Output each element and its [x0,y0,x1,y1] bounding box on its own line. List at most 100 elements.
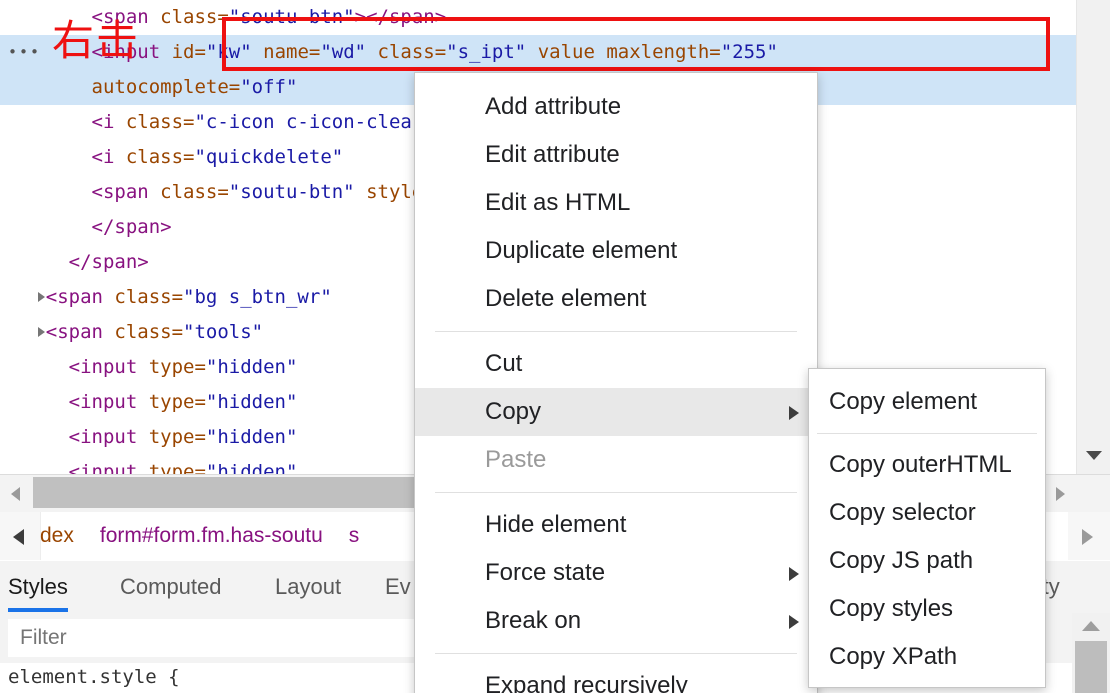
submenu-arrow-icon [789,615,799,629]
chevron-left-icon [11,487,20,501]
style-rule-element-style[interactable]: element.style { [8,666,180,688]
menu-item-duplicate-element[interactable]: Duplicate element [415,227,817,275]
breadcrumb-item[interactable]: form#form.fm.has-soutu [100,524,323,548]
devtools-window: <span class="soutu-btn"></span> ••• <inpu… [0,0,1110,693]
code-token: "c-icon c-icon-clear" [194,111,435,133]
code-token: class= [160,181,229,203]
submenu-item-copy-js-path[interactable]: Copy JS path [809,537,1045,585]
submenu-item-copy-outerhtml[interactable]: Copy outerHTML [809,441,1045,489]
submenu-separator [817,433,1037,434]
submenu-item-copy-styles[interactable]: Copy styles [809,585,1045,633]
scroll-right-button[interactable] [1044,475,1076,512]
ellipsis-icon[interactable]: ••• [8,35,41,70]
breadcrumb-items[interactable]: dex form#form.fm.has-soutu s [40,512,385,560]
tab-layout[interactable]: Layout [275,561,341,612]
tab-computed[interactable]: Computed [120,561,222,612]
submenu-item-copy-xpath[interactable]: Copy XPath [809,633,1045,681]
tab-label: Layout [275,573,342,599]
code-token: type= [148,356,206,378]
code-token: maxlength= [594,41,721,63]
menu-item-label: Duplicate element [485,237,678,264]
menu-item-label: Paste [485,446,547,473]
menu-item-label: Force state [485,559,606,586]
menu-item-edit-attribute[interactable]: Edit attribute [415,131,817,179]
submenu-item-copy-selector[interactable]: Copy selector [809,489,1045,537]
code-token: "kw" [205,41,252,63]
code-token: class= [160,6,229,28]
styles-scroll-thumb[interactable] [1075,641,1107,693]
breadcrumb-item[interactable]: dex [40,524,74,548]
code-token: <input [68,356,149,378]
scroll-up-arrow-icon[interactable] [1082,621,1100,631]
tab-styles[interactable]: Styles [8,561,68,612]
menu-item-force-state[interactable]: Force state [415,549,817,597]
code-token: value [526,41,595,63]
menu-item-add-attribute[interactable]: Add attribute [415,83,817,131]
code-token: "soutu-btn" [228,181,355,203]
code-token: <input [68,391,149,413]
code-token: <i [91,111,126,133]
menu-item-hide-element[interactable]: Hide element [415,501,817,549]
submenu-item-label: Copy JS path [829,547,974,574]
code-token: class= [366,41,447,63]
menu-item-label: Break on [485,607,582,634]
code-token: "quickdelete" [194,146,344,168]
menu-item-cut[interactable]: Cut [415,340,817,388]
code-token: class= [125,111,195,133]
submenu-item-label: Copy outerHTML [829,451,1012,478]
menu-separator [435,492,797,493]
dom-tree-line[interactable]: <span class="soutu-btn"></span> [0,0,1076,35]
expand-triangle-icon[interactable] [38,292,45,302]
breadcrumb-item[interactable]: s [349,524,360,548]
menu-item-delete-element[interactable]: Delete element [415,275,817,323]
dom-vertical-scrollbar[interactable] [1076,0,1110,474]
code-token: autocomplete= [91,76,241,98]
menu-item-break-on[interactable]: Break on [415,597,817,645]
scroll-down-arrow-icon[interactable] [1086,451,1102,460]
breadcrumb-scroll-right-button[interactable] [1068,512,1110,560]
copy-submenu[interactable]: Copy element Copy outerHTML Copy selector C… [808,368,1046,688]
menu-item-copy[interactable]: Copy [415,388,817,436]
code-token: name= [251,41,321,63]
scroll-left-button[interactable] [0,475,32,512]
tab-ev[interactable]: Ev [385,561,411,612]
context-menu[interactable]: Add attribute Edit attribute Edit as HTML D… [414,72,818,693]
submenu-item-label: Copy XPath [829,643,958,670]
menu-item-label: Cut [485,350,523,377]
code-token: id= [171,41,206,63]
menu-item-label: Edit attribute [485,141,620,168]
code-token: <span [45,321,115,343]
dom-tree-line[interactable]: ••• <input id="kw" name="wd" class="s_ip… [0,35,1076,70]
styles-vertical-scrollbar[interactable] [1072,613,1110,693]
menu-separator [435,653,797,654]
menu-item-edit-as-html[interactable]: Edit as HTML [415,179,817,227]
menu-item-label: Add attribute [485,93,622,120]
code-token: "255" [720,41,778,63]
submenu-item-label: Copy element [829,388,978,415]
code-token: type= [148,426,206,448]
code-token: class= [114,286,184,308]
submenu-item-label: Copy styles [829,595,954,622]
code-token: "hidden" [205,356,298,378]
submenu-arrow-icon [789,567,799,581]
code-token: ></span> [354,6,447,28]
submenu-arrow-icon [789,406,799,420]
code-token: "s_ipt" [446,41,527,63]
submenu-item-copy-element[interactable]: Copy element [809,378,1045,426]
menu-item-expand-recursively[interactable]: Expand recursively [415,662,817,693]
code-token: <span [45,286,115,308]
menu-item-label: Expand recursively [485,672,688,693]
code-token: "off" [240,76,298,98]
menu-item-label: Copy [485,398,542,425]
expand-triangle-icon[interactable] [38,327,45,337]
breadcrumb-scroll-left-button[interactable] [0,512,41,560]
code-token: <input [68,461,149,474]
code-token: type= [148,461,206,474]
menu-item-paste: Paste [415,436,817,484]
chevron-left-icon [13,529,24,545]
